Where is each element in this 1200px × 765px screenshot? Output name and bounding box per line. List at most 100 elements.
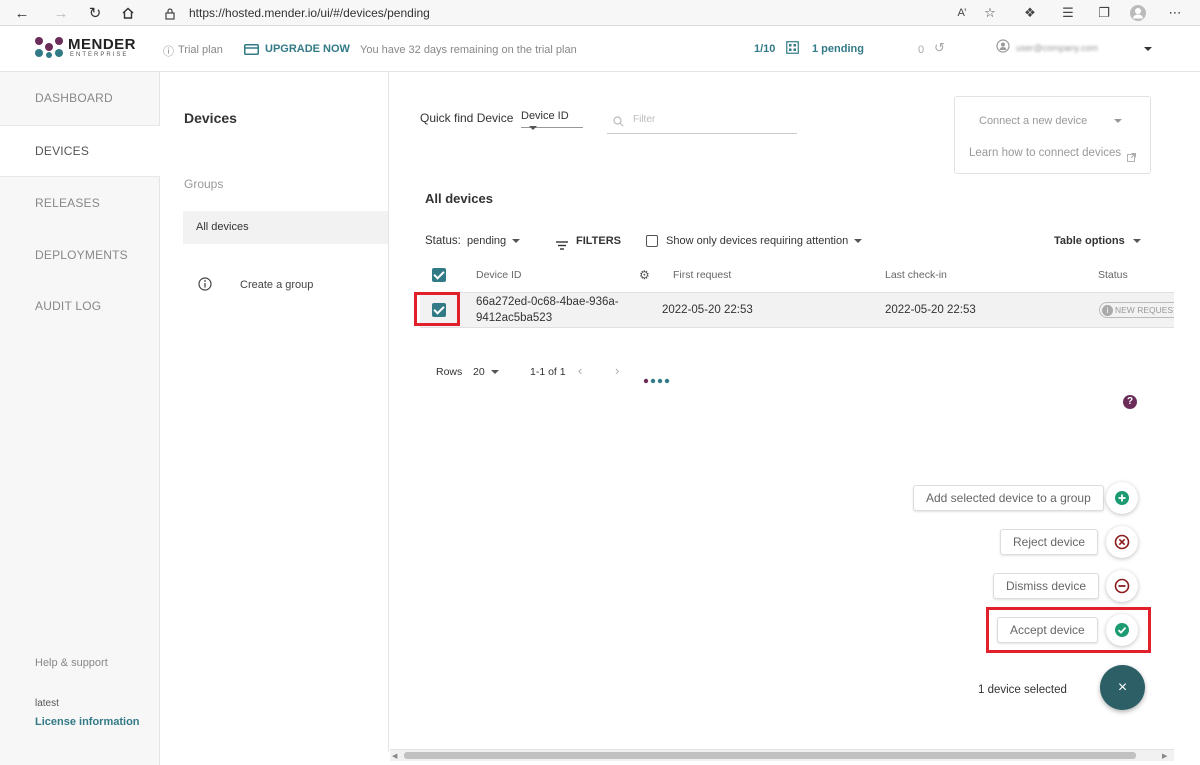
close-icon: × — [1117, 678, 1128, 696]
brand-name: MENDER — [68, 36, 137, 53]
payment-icon — [244, 42, 259, 60]
user-account-icon[interactable] — [996, 39, 1010, 58]
last-checkin-cell: 2022-05-20 22:53 — [885, 304, 976, 316]
chevron-down-icon — [529, 126, 537, 131]
scrollbar-thumb[interactable] — [404, 752, 1136, 759]
favorite-icon[interactable]: ☆ — [980, 3, 1000, 23]
connect-device-panel: Connect a new device Learn how to connec… — [954, 96, 1151, 174]
rows-label: Rows — [436, 366, 463, 378]
read-aloud-icon[interactable]: A’ — [952, 3, 972, 23]
chevron-down-icon — [1132, 239, 1141, 244]
chevron-down-icon — [490, 370, 499, 375]
connect-new-device-button[interactable]: Connect a new device — [979, 115, 1087, 127]
help-question-icon[interactable]: ? — [1123, 395, 1137, 409]
chevron-down-icon — [854, 239, 863, 244]
user-email[interactable]: user@company.com — [1016, 43, 1098, 53]
quick-find-label: Quick find Device — [420, 111, 514, 125]
version-label: latest — [35, 698, 59, 709]
horizontal-scrollbar[interactable]: ◀ ▶ — [390, 749, 1174, 761]
status-filter-label: Status: — [425, 235, 461, 247]
status-filter-select[interactable]: pending — [467, 235, 521, 247]
filters-button[interactable]: FILTERS — [576, 235, 621, 247]
loading-dots-icon — [643, 371, 671, 389]
back-icon[interactable]: ← — [12, 3, 32, 23]
sidebar: DASHBOARD DEVICES RELEASES DEPLOYMENTS A… — [0, 72, 160, 765]
status-filter-value: pending — [467, 235, 507, 247]
reject-device-button[interactable]: Reject device — [1000, 529, 1099, 555]
info-icon: i — [1102, 304, 1113, 316]
groups-panel: Devices Groups All devices Create a grou… — [160, 72, 389, 752]
page-range: 1-1 of 1 — [530, 366, 566, 378]
sidebar-item-audit-log[interactable]: AUDIT LOG — [0, 280, 160, 332]
create-group-link[interactable]: Create a group — [240, 279, 313, 291]
attention-filter[interactable]: Show only devices requiring attention — [666, 235, 863, 247]
selected-count: 1 device selected — [978, 684, 1067, 696]
add-to-group-circle-button[interactable] — [1106, 482, 1138, 514]
device-id-line2: 9412ac5ba523 — [476, 312, 553, 324]
trial-plan-label: Trial plan — [178, 44, 223, 56]
column-first-request[interactable]: First request — [673, 269, 731, 281]
table-row[interactable]: 66a272ed-0c68-4bae-936a- 9412ac5ba523 20… — [420, 292, 1174, 328]
column-last-checkin[interactable]: Last check-in — [885, 269, 947, 281]
attention-checkbox[interactable] — [646, 235, 658, 247]
page-title: Devices — [184, 110, 237, 126]
table-options-label: Table options — [1054, 235, 1125, 247]
brand-subtitle: ENTERPRISE — [70, 52, 129, 58]
status-badge: i NEW REQUEST — [1099, 302, 1174, 318]
sidebar-item-dashboard[interactable]: DASHBOARD — [0, 72, 160, 124]
first-request-cell: 2022-05-20 22:53 — [662, 304, 753, 316]
groups-heading: Groups — [184, 177, 224, 191]
reject-circle-button[interactable] — [1106, 526, 1138, 558]
select-all-checkbox[interactable] — [432, 268, 446, 282]
mender-logo[interactable]: MENDER ENTERPRISE — [34, 36, 136, 63]
favorites-list-icon[interactable]: ☰ — [1058, 3, 1078, 23]
help-support-link[interactable]: Help & support — [35, 657, 108, 669]
sidebar-item-deployments[interactable]: DEPLOYMENTS — [0, 229, 160, 281]
refresh-icon[interactable]: ↺ — [934, 40, 945, 56]
browser-toolbar: ← → ↻ https://hosted.mender.io/ui/#/devi… — [0, 0, 1200, 26]
external-link-icon — [1127, 149, 1136, 167]
dismiss-minus-icon — [1114, 578, 1130, 594]
sidebar-item-releases[interactable]: RELEASES — [0, 177, 160, 229]
forward-icon[interactable]: → — [51, 3, 71, 23]
column-device-id[interactable]: Device ID — [476, 269, 522, 281]
filter-input[interactable]: Filter — [607, 110, 797, 134]
user-menu-chevron-icon[interactable] — [1144, 47, 1152, 51]
more-icon[interactable]: ⋯ — [1165, 3, 1185, 23]
next-page-icon[interactable]: › — [615, 363, 619, 378]
dismiss-device-button[interactable]: Dismiss device — [993, 573, 1100, 599]
profile-icon[interactable] — [1128, 3, 1148, 23]
column-settings-gear-icon[interactable]: ⚙ — [639, 269, 650, 281]
table-options-button[interactable]: Table options — [1054, 235, 1141, 247]
sidebar-item-devices[interactable]: DEVICES — [0, 125, 160, 177]
rows-per-page-select[interactable]: 20 — [473, 366, 499, 378]
status-badge-label: NEW REQUEST — [1115, 305, 1174, 315]
license-information-link[interactable]: License information — [35, 716, 140, 728]
add-to-group-button[interactable]: Add selected device to a group — [913, 485, 1104, 511]
app-header: MENDER ENTERPRISE ⓘ Trial plan UPGRADE N… — [0, 26, 1200, 72]
upgrade-now-link[interactable]: UPGRADE NOW — [265, 43, 350, 55]
device-limit-count[interactable]: 1/10 — [754, 43, 775, 55]
list-title: All devices — [425, 191, 493, 206]
add-circle-icon — [1115, 491, 1129, 505]
close-actions-button[interactable]: × — [1100, 665, 1145, 710]
dismiss-circle-button[interactable] — [1106, 570, 1138, 602]
deployment-count[interactable]: 0 — [918, 44, 924, 56]
address-bar[interactable]: https://hosted.mender.io/ui/#/devices/pe… — [189, 6, 430, 20]
filter-list-icon[interactable] — [556, 237, 568, 255]
filter-placeholder: Filter — [633, 114, 656, 125]
extensions-icon[interactable]: ❖ — [1020, 3, 1040, 23]
chevron-down-icon[interactable] — [1114, 119, 1122, 123]
pending-count-link[interactable]: 1 pending — [812, 43, 864, 55]
column-status[interactable]: Status — [1098, 269, 1128, 281]
home-icon[interactable] — [118, 3, 138, 23]
scroll-left-icon[interactable]: ◀ — [392, 752, 397, 760]
group-item-all-devices[interactable]: All devices — [183, 211, 388, 244]
learn-connect-link[interactable]: Learn how to connect devices — [969, 147, 1121, 159]
previous-page-icon[interactable]: ‹ — [578, 363, 582, 378]
quick-find-field-select[interactable]: Device ID — [521, 110, 583, 131]
scroll-right-icon[interactable]: ▶ — [1162, 752, 1167, 760]
collections-icon[interactable]: ❐ — [1094, 3, 1114, 23]
reload-icon[interactable]: ↻ — [85, 3, 105, 23]
rows-per-page-value: 20 — [473, 366, 485, 378]
